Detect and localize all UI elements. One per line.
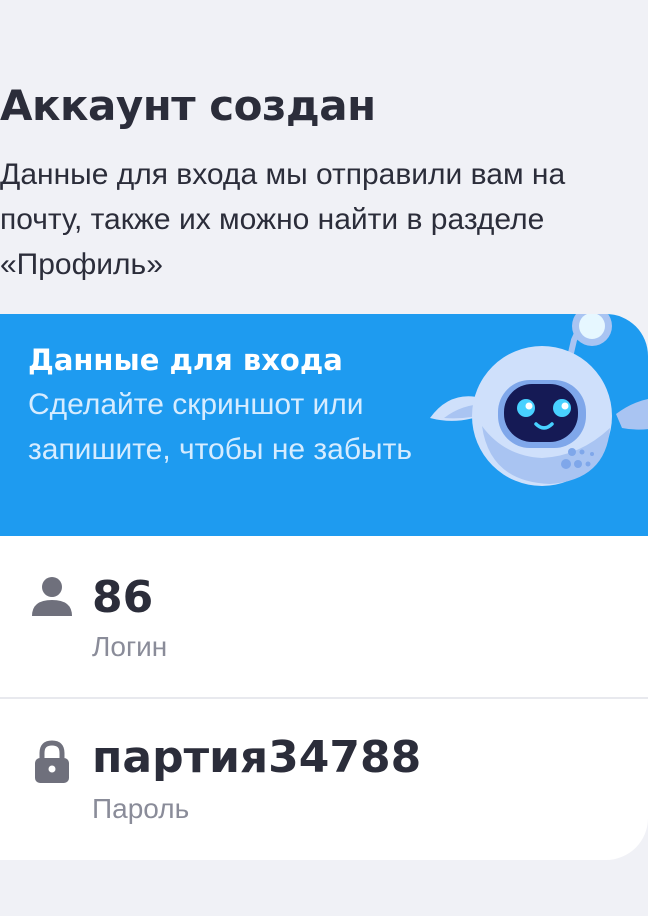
banner-text: Сделайте скриншот или запишите, чтобы не… [28, 388, 412, 466]
page-description: Данные для входа мы отправили вам на поч… [0, 158, 566, 281]
login-row: 86 Логин [0, 536, 648, 696]
lock-icon [35, 740, 69, 783]
password-label: Пароль [92, 793, 190, 824]
password-value[interactable]: партия34788 [92, 730, 421, 786]
credentials-banner: Данные для входа Сделайте скриншот или з… [0, 314, 648, 536]
robot-mascot-icon [430, 314, 648, 486]
login-label: Логин [92, 631, 168, 662]
user-icon [32, 577, 72, 616]
page-title: Аккаунт создан [0, 81, 376, 130]
password-row: партия34788 Пароль [0, 698, 648, 858]
credentials-card: Данные для входа Сделайте скриншот или з… [0, 314, 648, 860]
banner-title: Данные для входа [28, 343, 343, 377]
login-value[interactable]: 86 [92, 570, 153, 626]
